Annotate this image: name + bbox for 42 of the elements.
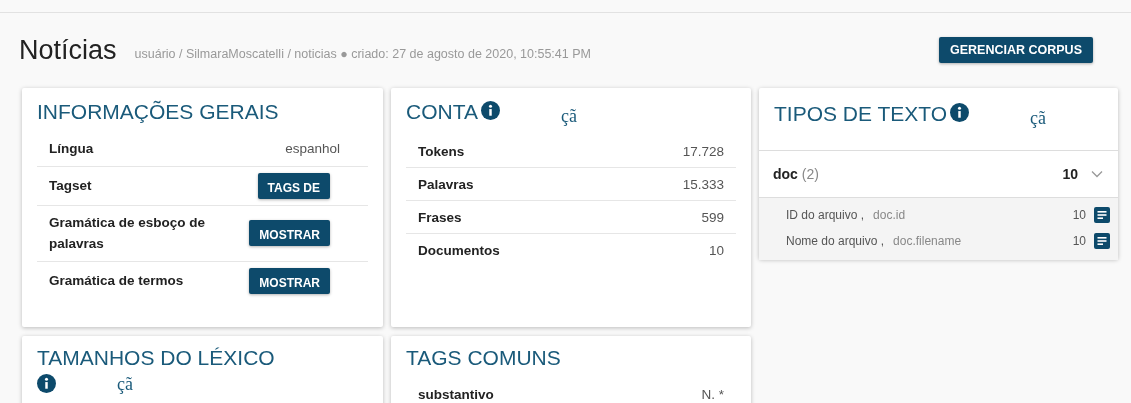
card-title: TAGS COMUNS (406, 346, 562, 370)
manage-corpus-button[interactable]: GERENCIAR CORPUS (939, 37, 1093, 63)
card-title: CONTA (406, 100, 478, 124)
row-button[interactable]: MOSTRAR (249, 220, 330, 247)
row-value: 17.728 (682, 143, 724, 159)
text-lines-icon[interactable] (1094, 233, 1110, 249)
row-label: Palavras (418, 176, 474, 192)
info-label: çã (560, 106, 577, 127)
attribute-count: 10 (1072, 234, 1086, 248)
corpus-path: usuário / SilmaraMoscatelli / noticias ● criado: 27 de agosto de 2020, 10:55:41 PM (134, 47, 592, 61)
page-title: Notícias (19, 34, 117, 66)
row-label: Documentos (418, 242, 500, 258)
attribute-name: doc.id (873, 208, 907, 222)
card-title: TIPOS DE TEXTO (774, 102, 948, 126)
row-value: 15.333 (682, 176, 724, 192)
info-label: çã (117, 375, 133, 393)
info-icon[interactable] (37, 374, 56, 393)
attribute-name: doc.filename (893, 234, 963, 248)
row-value: 599 (701, 209, 724, 225)
info-label: çã (1030, 108, 1047, 129)
group-total: 10 (1062, 166, 1078, 182)
text-lines-icon[interactable] (1094, 207, 1110, 223)
card-title: INFORMAÇÕES GERAIS (37, 100, 280, 124)
row-label: Língua (49, 140, 95, 158)
card-title: TAMANHOS DO LÉXICO (37, 346, 276, 370)
info-icon[interactable] (950, 103, 970, 122)
row-button[interactable]: MOSTRAR (249, 267, 330, 294)
info-icon[interactable] (480, 101, 500, 120)
row-label: Tagset (49, 176, 93, 195)
row-value: N. * (701, 386, 724, 402)
group-name: doc (2) (773, 166, 820, 182)
attribute-label: Nome do arquivo , (786, 234, 885, 248)
row-label: Frases (418, 209, 462, 225)
row-label: Gramática de termos (49, 272, 185, 290)
row-value: espanhol (285, 141, 340, 157)
row-button[interactable]: TAGS DE (257, 172, 330, 199)
row-label: substantivo (418, 386, 494, 402)
attribute-label: ID do arquivo , (786, 208, 865, 222)
row-label: Gramática de esboço de palavras (49, 213, 207, 254)
row-value: 10 (708, 242, 724, 258)
row-label: Tokens (418, 143, 465, 159)
attribute-count: 10 (1072, 208, 1086, 222)
